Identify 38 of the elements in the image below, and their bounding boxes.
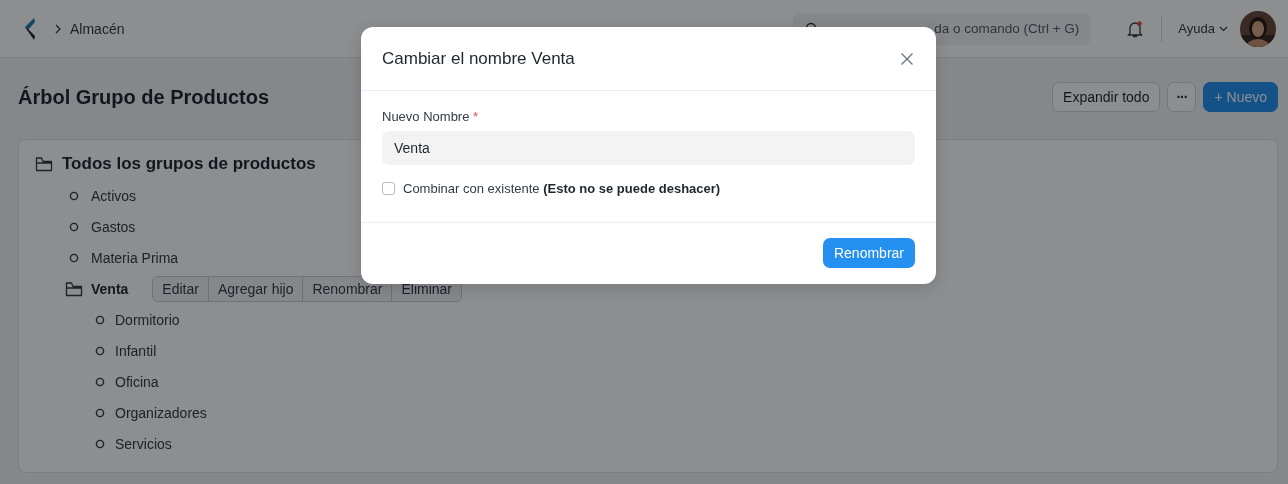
folder-icon (35, 156, 53, 172)
page-title: Árbol Grupo de Productos (18, 85, 271, 109)
tree-item[interactable]: Materia Prima (91, 249, 179, 266)
checkbox-label: Combinar con existente (Esto no se puede deshacer) (403, 181, 721, 196)
close-icon[interactable] (900, 51, 914, 66)
rename-button[interactable]: Renombrar (822, 238, 915, 268)
tree-item[interactable]: Venta (91, 280, 129, 297)
circle-bullet-icon (95, 407, 105, 418)
tree-item[interactable]: Infantil (115, 342, 157, 359)
tree-item[interactable]: Gastos (91, 218, 136, 235)
tree-item[interactable]: Activos (91, 187, 137, 204)
tree-item[interactable]: Servicios (115, 435, 172, 452)
expand-all-button[interactable]: Expandir todo (1052, 82, 1161, 112)
circle-bullet-icon (95, 345, 105, 356)
required-mark: * (473, 109, 479, 124)
breadcrumb-link[interactable]: Almacén (70, 20, 125, 37)
circle-bullet-icon (95, 314, 105, 325)
circle-bullet-icon (69, 252, 79, 263)
dialog-title: Cambiar el nombre Venta (382, 48, 575, 69)
field-label: Nuevo Nombre (382, 109, 470, 124)
circle-bullet-icon (95, 438, 105, 449)
bell-icon[interactable] (1125, 18, 1146, 39)
circle-bullet-icon (95, 376, 105, 387)
help-menu[interactable]: Ayuda (1178, 21, 1228, 36)
tree-item[interactable]: Organizadores (115, 404, 207, 421)
new-button[interactable]: + Nuevo (1203, 82, 1278, 112)
name-input-field[interactable]: Venta (382, 131, 915, 165)
tree-item[interactable]: Dormitorio (115, 311, 180, 328)
more-button[interactable]: ··· (1167, 82, 1197, 112)
chevron-down-icon (1219, 25, 1228, 32)
chevron-right-icon (54, 23, 62, 34)
tree-root[interactable]: Todos los grupos de productos (62, 154, 316, 174)
tree-item[interactable]: Oficina (115, 373, 159, 390)
folder-icon (65, 280, 83, 297)
app-logo-icon[interactable] (22, 16, 36, 41)
checkbox[interactable] (382, 182, 395, 195)
circle-bullet-icon (69, 221, 79, 232)
circle-bullet-icon (69, 190, 79, 201)
